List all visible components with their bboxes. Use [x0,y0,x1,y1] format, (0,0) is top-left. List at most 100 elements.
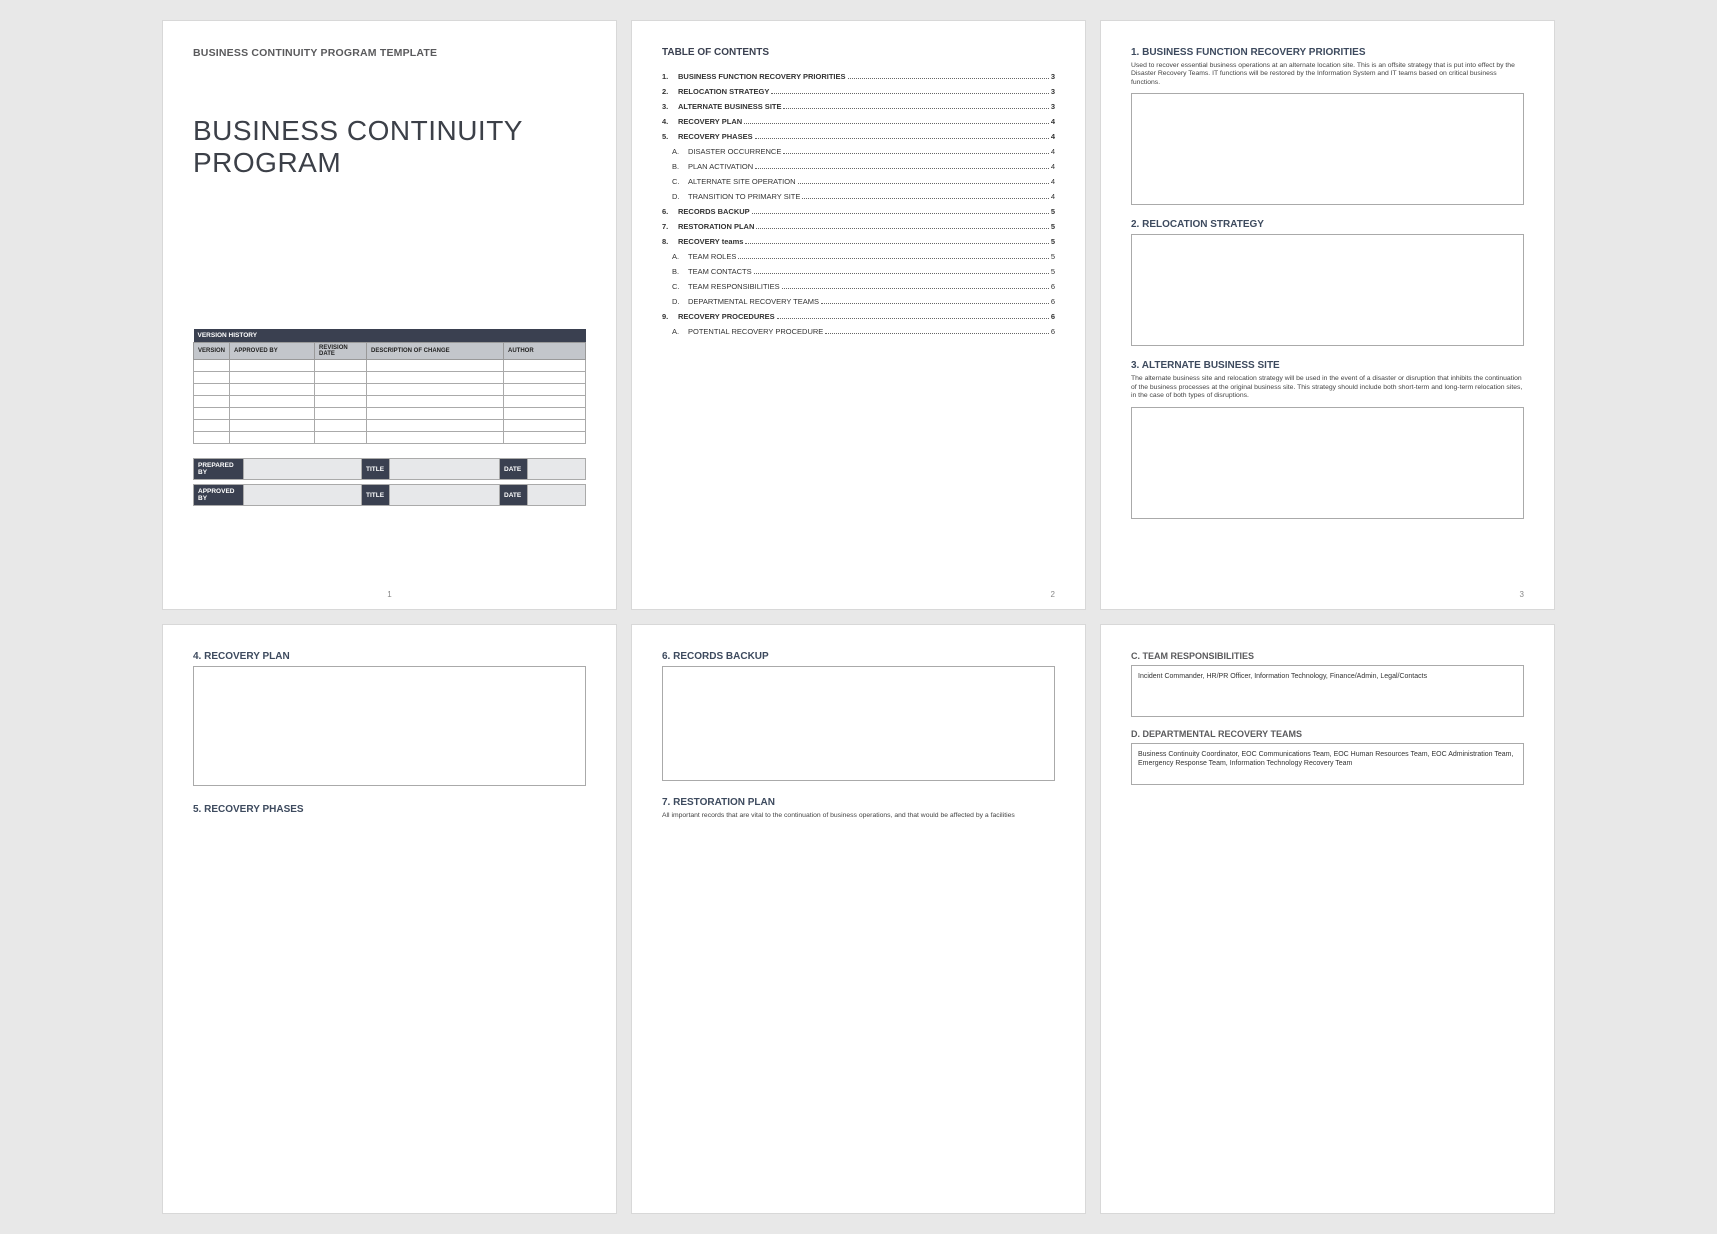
toc-item[interactable]: 8.RECOVERY teams5 [662,237,1055,246]
section-4-box[interactable] [193,666,586,786]
toc-num: C. [672,177,688,186]
toc-page: 4 [1051,162,1055,171]
table-row[interactable] [194,396,586,408]
section-d-box[interactable]: Business Continuity Coordinator, EOC Com… [1131,743,1524,785]
toc-page: 4 [1051,132,1055,141]
section-4-heading: 4. RECOVERY PLAN [193,651,586,662]
date-input-2[interactable] [528,485,586,506]
col-revision-date: REVISION DATE [315,343,367,360]
prepared-by-input[interactable] [244,459,362,480]
toc-item[interactable]: 3.ALTERNATE BUSINESS SITE3 [662,102,1055,111]
col-author: AUTHOR [504,343,586,360]
title-input-2[interactable] [390,485,500,506]
toc-dots [777,318,1049,319]
toc-label: TEAM RESPONSIBILITIES [688,282,780,291]
toc-dots [783,153,1048,154]
toc-page: 4 [1051,147,1055,156]
toc-dots [755,138,1049,139]
toc-dots [756,228,1048,229]
approved-by-label: APPROVED BY [194,485,244,506]
toc-dots [821,303,1049,304]
table-row[interactable] [194,432,586,444]
toc-list: 1.BUSINESS FUNCTION RECOVERY PRIORITIES3… [662,72,1055,336]
signoff-table: PREPARED BY TITLE DATE [193,458,586,480]
pages-container: BUSINESS CONTINUITY PROGRAM TEMPLATE BUS… [19,20,1699,1214]
toc-num: A. [672,147,688,156]
toc-page: 3 [1051,102,1055,111]
toc-label: RESTORATION PLAN [678,222,754,231]
toc-item[interactable]: D.DEPARTMENTAL RECOVERY TEAMS6 [662,297,1055,306]
toc-num: D. [672,297,688,306]
date-label-1: DATE [500,459,528,480]
title-input-1[interactable] [390,459,500,480]
toc-title: TABLE OF CONTENTS [662,47,1055,58]
date-input-1[interactable] [528,459,586,480]
toc-label: RECOVERY teams [678,237,743,246]
toc-label: ALTERNATE BUSINESS SITE [678,102,781,111]
toc-num: 5. [662,132,678,141]
toc-label: BUSINESS FUNCTION RECOVERY PRIORITIES [678,72,846,81]
toc-item[interactable]: 4.RECOVERY PLAN4 [662,117,1055,126]
section-6-box[interactable] [662,666,1055,781]
toc-dots [738,258,1048,259]
toc-dots [771,93,1048,94]
version-history-header: VERSION HISTORY [194,329,586,343]
toc-item[interactable]: B.PLAN ACTIVATION4 [662,162,1055,171]
toc-page: 5 [1051,237,1055,246]
toc-num: 2. [662,87,678,96]
toc-item[interactable]: 7.RESTORATION PLAN5 [662,222,1055,231]
table-row[interactable] [194,420,586,432]
toc-page: 5 [1051,252,1055,261]
template-label: BUSINESS CONTINUITY PROGRAM TEMPLATE [193,47,586,59]
toc-item[interactable]: C.TEAM RESPONSIBILITIES6 [662,282,1055,291]
date-label-2: DATE [500,485,528,506]
table-row[interactable] [194,384,586,396]
toc-item[interactable]: A.DISASTER OCCURRENCE 4 [662,147,1055,156]
page-3: 1. BUSINESS FUNCTION RECOVERY PRIORITIES… [1100,20,1555,610]
toc-item[interactable]: 2.RELOCATION STRATEGY3 [662,87,1055,96]
col-description: DESCRIPTION OF CHANGE [367,343,504,360]
toc-item[interactable]: 1.BUSINESS FUNCTION RECOVERY PRIORITIES3 [662,72,1055,81]
toc-item[interactable]: A.TEAM ROLES5 [662,252,1055,261]
table-row[interactable] [194,372,586,384]
toc-dots [825,333,1049,334]
approved-by-input[interactable] [244,485,362,506]
toc-item[interactable]: B.TEAM CONTACTS5 [662,267,1055,276]
section-2-box[interactable] [1131,234,1524,346]
toc-item[interactable]: C.ALTERNATE SITE OPERATION4 [662,177,1055,186]
page-1: BUSINESS CONTINUITY PROGRAM TEMPLATE BUS… [162,20,617,610]
toc-item[interactable]: 5.RECOVERY PHASES 4 [662,132,1055,141]
section-d-heading: D. DEPARTMENTAL RECOVERY TEAMS [1131,729,1524,739]
toc-item[interactable]: 6.RECORDS BACKUP5 [662,207,1055,216]
toc-item[interactable]: 9.RECOVERY PROCEDURES6 [662,312,1055,321]
toc-dots [783,108,1048,109]
toc-dots [752,213,1049,214]
toc-label: DISASTER OCCURRENCE [688,147,781,156]
toc-page: 6 [1051,282,1055,291]
section-1-box[interactable] [1131,93,1524,205]
version-history-table: VERSION HISTORY VERSION APPROVED BY REVI… [193,329,586,444]
toc-label: PLAN ACTIVATION [688,162,753,171]
toc-label: RELOCATION STRATEGY [678,87,769,96]
page-number: 1 [387,590,391,599]
page-5: 6. RECORDS BACKUP 7. RESTORATION PLAN Al… [631,624,1086,1214]
toc-page: 6 [1051,297,1055,306]
table-row[interactable] [194,408,586,420]
toc-num: 6. [662,207,678,216]
toc-label: RECOVERY PHASES [678,132,753,141]
toc-item[interactable]: D.TRANSITION TO PRIMARY SITE4 [662,192,1055,201]
toc-dots [848,78,1049,79]
toc-item[interactable]: A.POTENTIAL RECOVERY PROCEDURE6 [662,327,1055,336]
prepared-by-label: PREPARED BY [194,459,244,480]
toc-dots [744,123,1049,124]
section-3-desc: The alternate business site and relocati… [1131,375,1524,400]
toc-num: A. [672,327,688,336]
section-5-heading: 5. RECOVERY PHASES [193,804,586,815]
section-c-box[interactable]: Incident Commander, HR/PR Officer, Infor… [1131,665,1524,717]
section-6-heading: 6. RECORDS BACKUP [662,651,1055,662]
col-version: VERSION [194,343,230,360]
section-3-box[interactable] [1131,407,1524,519]
document-main-title: BUSINESS CONTINUITY PROGRAM [193,115,586,179]
section-7-desc: All important records that are vital to … [662,812,1055,820]
table-row[interactable] [194,360,586,372]
